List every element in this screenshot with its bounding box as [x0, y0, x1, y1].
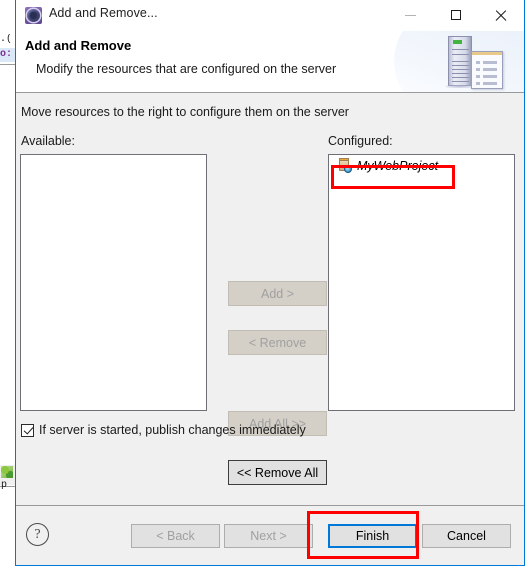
back-button[interactable]: < Back: [131, 524, 220, 548]
server-led-glyph: [453, 40, 462, 44]
backdrop-tab-label: p: [1, 480, 8, 491]
dialog-body: Move resources to the right to configure…: [16, 93, 524, 508]
list-item[interactable]: MyWebProject: [329, 155, 514, 176]
dialog-header-banner: Add and Remove Modify the resources that…: [16, 31, 524, 93]
maximize-icon: [450, 10, 461, 20]
minimize-icon: [405, 14, 416, 16]
server-tower-glyph: [448, 36, 472, 86]
backdrop-code-line-2: o:: [0, 49, 13, 60]
configured-label: Configured:: [328, 134, 393, 148]
eclipse-server-icon: [25, 7, 42, 24]
publish-immediately-checkbox[interactable]: [21, 423, 34, 437]
dialog-title-bar[interactable]: Add and Remove...: [16, 0, 524, 31]
publish-immediately-label: If server is started, publish changes im…: [39, 423, 306, 437]
maximize-button[interactable]: [433, 0, 478, 30]
web-module-icon: [338, 158, 353, 173]
next-button[interactable]: Next >: [224, 524, 313, 548]
gear-glyph: [27, 9, 40, 22]
close-icon: [494, 9, 507, 22]
configured-list[interactable]: MyWebProject: [328, 154, 515, 411]
available-list[interactable]: [20, 154, 207, 411]
document-glyph: [471, 51, 503, 89]
backdrop-code-line-1: .(: [0, 34, 13, 45]
add-and-remove-dialog: Add and Remove... Add and Remove Modify …: [15, 0, 525, 566]
remove-button[interactable]: < Remove: [228, 330, 327, 355]
server-and-document-icon: [445, 33, 515, 91]
minimize-button[interactable]: [388, 0, 433, 30]
finish-button[interactable]: Finish: [328, 524, 417, 548]
instruction-text: Move resources to the right to configure…: [21, 105, 349, 119]
backdrop-divider-top: [0, 64, 16, 65]
add-button[interactable]: Add >: [228, 281, 327, 306]
page-subtitle: Modify the resources that are configured…: [36, 62, 337, 76]
publish-immediately-row[interactable]: If server is started, publish changes im…: [21, 423, 306, 437]
help-icon[interactable]: ?: [26, 523, 49, 546]
available-label: Available:: [21, 134, 75, 148]
configured-item-label: MyWebProject: [357, 158, 439, 173]
remove-all-button[interactable]: << Remove All: [228, 460, 327, 485]
backdrop-server-status-icon: [1, 466, 13, 478]
page-title: Add and Remove: [25, 38, 132, 53]
server-shadow: [446, 85, 474, 88]
cancel-button[interactable]: Cancel: [422, 524, 511, 548]
window-title: Add and Remove...: [49, 6, 158, 20]
close-button[interactable]: [478, 0, 523, 30]
dialog-footer: ? < Back Next > Finish Cancel: [16, 505, 524, 565]
